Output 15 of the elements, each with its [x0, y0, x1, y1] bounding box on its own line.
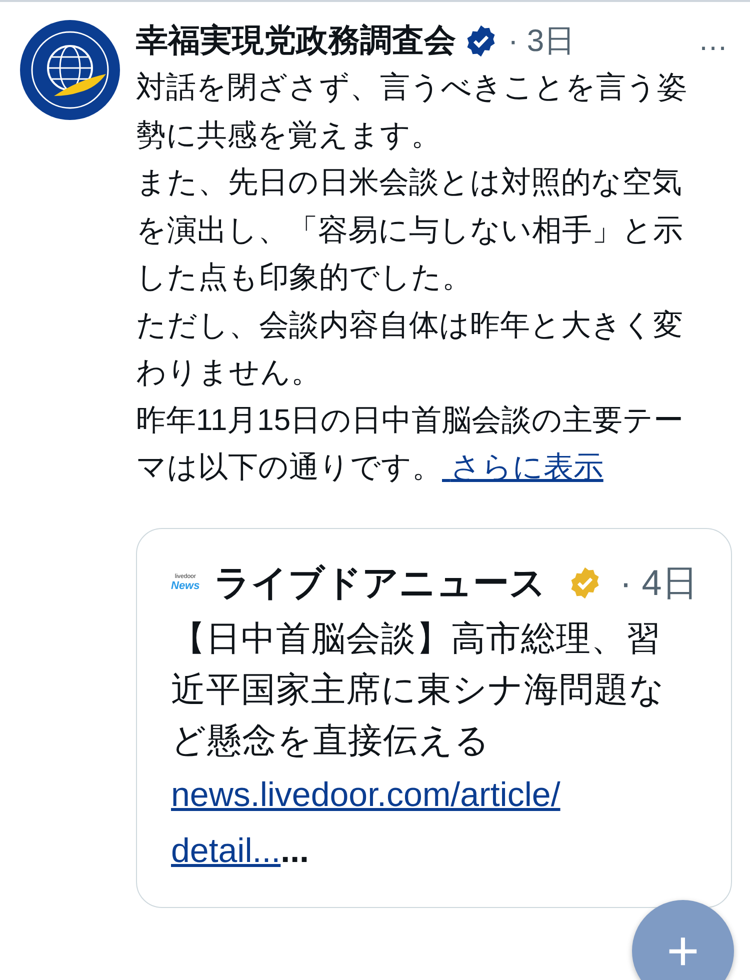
post-text: 昨年11月15日の日中首脳会談の主要テーマは以下の通りです。 さらに表示 [136, 402, 685, 486]
article-link[interactable]: detail... [171, 832, 281, 870]
post-text: 対話を閉ざさず、言うべきことを言う姿勢に共感を覚えます。 [136, 70, 688, 154]
article-link[interactable]: news.livedoor.com/article/ [171, 776, 560, 814]
post-text: また、先日の日米会談とは対照的な空気を演出し、「容易に与しない相手」と示した点も印象的でした。 [136, 165, 684, 296]
party-logo-avatar[interactable] [18, 18, 122, 122]
quote-headline: 【日中首脳会談】高市総理、習近平国家主席に東シナ海問題など懸念を直接伝える [171, 618, 666, 762]
ellipsis-text: ... [280, 832, 309, 870]
post-text: ただし、会談内容自体は昨年と大きく変わりません。 [136, 308, 684, 391]
post-time[interactable]: · 3日 [508, 20, 576, 62]
show-more-link[interactable]: さらに表示 [442, 451, 604, 484]
author-name[interactable]: 幸福実現党政務調査会 [136, 19, 456, 63]
source-name[interactable]: ライブドアニュース [214, 558, 546, 608]
more-icon[interactable]: … [698, 24, 728, 58]
quote-time: · 4日 [620, 560, 698, 604]
